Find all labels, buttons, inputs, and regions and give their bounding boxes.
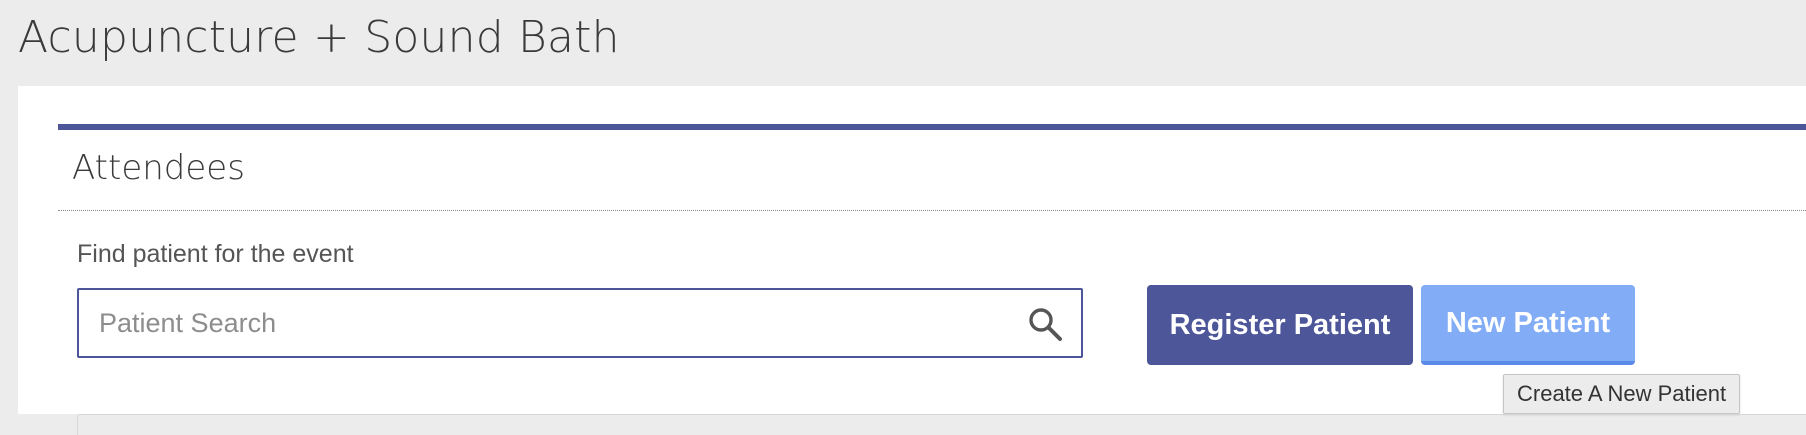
- search-icon[interactable]: [1027, 306, 1063, 342]
- patient-search-input[interactable]: [99, 290, 999, 356]
- panel-header: Attendees: [58, 130, 1806, 211]
- patient-search-box[interactable]: [77, 288, 1083, 358]
- panel-title: Attendees: [72, 148, 245, 188]
- register-patient-button[interactable]: Register Patient: [1147, 285, 1413, 365]
- new-patient-tooltip: Create A New Patient: [1503, 374, 1741, 414]
- results-list-edge: [77, 414, 1806, 435]
- attendees-panel: Attendees Find patient for the event Reg…: [58, 124, 1806, 435]
- page-title: Acupuncture + Sound Bath: [18, 12, 620, 63]
- content-area: Attendees Find patient for the event Reg…: [18, 86, 1806, 435]
- new-patient-button[interactable]: New Patient: [1421, 285, 1635, 365]
- search-label: Find patient for the event: [77, 240, 354, 268]
